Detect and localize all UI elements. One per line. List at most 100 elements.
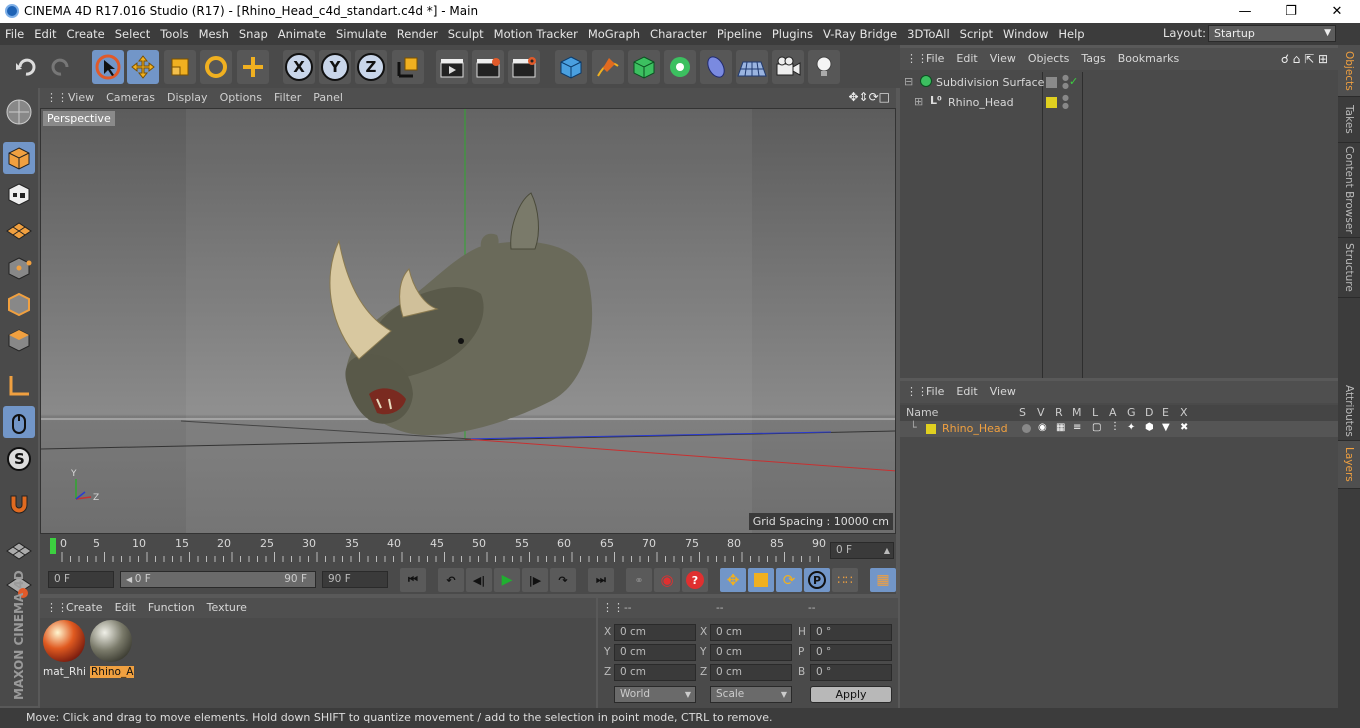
menu-pipeline[interactable]: Pipeline [712,23,767,45]
lock-icon[interactable]: ▢ [1092,422,1101,433]
tab-content-browser[interactable]: Content Browser [1338,143,1360,238]
viewport-perspective[interactable]: Y Z Perspective Grid Spacing : 10000 cm [40,108,896,534]
menu-select[interactable]: Select [110,23,155,45]
column-locked[interactable]: L [1092,406,1098,419]
menu-create[interactable]: Create [62,23,110,45]
viewport-menu-panel[interactable]: Panel [307,88,349,108]
frame-range-slider[interactable]: ◀ 0 F 90 F [120,571,316,588]
menu-sculpt[interactable]: Sculpt [443,23,489,45]
edges-mode-button[interactable] [3,288,35,320]
material-menu-function[interactable]: Function [142,598,201,618]
workplane-lock-button[interactable] [3,534,35,566]
key-parameter-button[interactable]: P [804,568,830,592]
column-generators[interactable]: G [1127,406,1136,419]
viewport-menu-filter[interactable]: Filter [268,88,307,108]
column-render[interactable]: R [1055,406,1063,419]
size-x-field[interactable]: 0 cm [710,624,792,641]
move-tool-button[interactable] [127,50,159,84]
rotate-tool-button[interactable] [200,50,232,84]
close-button[interactable]: ✕ [1314,0,1360,23]
goto-end-button[interactable]: ⏭ [588,568,614,592]
collapse-icon[interactable]: ⊟ [904,75,913,88]
menu-simulate[interactable]: Simulate [331,23,392,45]
floor-button[interactable] [736,50,768,84]
subdivision-surface-button[interactable] [628,50,660,84]
rotation-h-field[interactable]: 0 ° [810,624,892,641]
eye-icon[interactable]: ◉ [1038,422,1047,433]
scale-tool-button[interactable] [164,50,196,84]
workplane-mode-button[interactable] [3,214,35,246]
tab-layers[interactable]: Layers [1338,441,1360,489]
record-keys-button[interactable]: ⚭ [626,568,652,592]
layout-select[interactable]: Startup ▼ [1208,25,1336,42]
menu-render[interactable]: Render [392,23,443,45]
column-name[interactable]: Name [906,406,938,419]
menu-vray-bridge[interactable]: V-Ray Bridge [818,23,902,45]
column-animation[interactable]: A [1109,406,1117,419]
points-mode-button[interactable] [3,252,35,284]
model-mode-button[interactable] [3,142,35,174]
rotation-p-field[interactable]: 0 ° [810,644,892,661]
position-x-field[interactable]: 0 cm [614,624,696,641]
deformer-button[interactable] [700,50,732,84]
menu-edit[interactable]: Edit [29,23,61,45]
viewport-menu-display[interactable]: Display [161,88,214,108]
polygons-mode-button[interactable] [3,324,35,356]
snapping-button[interactable]: S [3,443,35,475]
visibility-dots-icon[interactable]: ● ● [1062,74,1069,90]
material-menu-edit[interactable]: Edit [109,598,142,618]
objects-menu-file[interactable]: File [920,48,950,70]
column-expressions[interactable]: E [1162,406,1169,419]
menu-snap[interactable]: Snap [234,23,273,45]
key-rotation-button[interactable]: ⟳ [776,568,802,592]
z-axis-button[interactable]: Z [355,50,387,84]
viewport-navigation-icons[interactable]: ✥⇕⟳□ [848,90,890,104]
material-item-selected[interactable]: Rhino_A [90,620,134,680]
deformer-icon[interactable]: ⬢ [1145,422,1154,433]
solo-toggle-icon[interactable] [1022,424,1031,433]
tab-takes[interactable]: Takes [1338,97,1360,143]
position-y-field[interactable]: 0 cm [614,644,696,661]
column-manager[interactable]: M [1072,406,1082,419]
key-position-button[interactable]: ✥ [720,568,746,592]
redo-button[interactable] [45,50,77,84]
layer-color-swatch[interactable] [926,424,936,434]
position-z-field[interactable]: 0 cm [614,664,696,681]
live-selection-button[interactable] [92,50,124,84]
objects-menu-tags[interactable]: Tags [1075,48,1111,70]
play-button[interactable]: ▶ [494,568,520,592]
timeline[interactable]: 0 5 10 15 20 25 30 35 40 45 50 55 60 65 … [40,534,896,566]
tab-attributes[interactable]: Attributes [1338,381,1360,441]
tweak-mode-button[interactable] [3,406,35,438]
size-y-field[interactable]: 0 cm [710,644,792,661]
material-item[interactable]: mat_Rhi [43,620,87,680]
layers-menu-view[interactable]: View [984,381,1022,403]
menu-help[interactable]: Help [1053,23,1089,45]
timeline-window-button[interactable]: ▦ [870,568,896,592]
xref-icon[interactable]: ✖ [1180,422,1188,433]
objects-menu-bookmarks[interactable]: Bookmarks [1112,48,1185,70]
goto-start-button[interactable]: ⏮ [400,568,426,592]
size-z-field[interactable]: 0 cm [710,664,792,681]
object-row[interactable]: ⊟ Subdivision Surface ● ● ✓ [900,74,1338,92]
objects-menu-edit[interactable]: Edit [950,48,983,70]
viewport-menu-view[interactable]: View [62,88,100,108]
menu-mesh[interactable]: Mesh [194,23,234,45]
texture-mode-button[interactable] [3,178,35,210]
end-frame-field[interactable]: 90 F [322,571,388,588]
material-menu-texture[interactable]: Texture [201,598,253,618]
maximize-button[interactable]: ❐ [1268,0,1314,23]
cube-object-button[interactable] [555,50,587,84]
minimize-button[interactable]: — [1222,0,1268,23]
undo-button[interactable] [10,50,42,84]
column-solo[interactable]: S [1019,406,1026,419]
layer-color-swatch[interactable] [1046,97,1057,108]
render-picture-viewer-button[interactable] [472,50,504,84]
keyframe-selection-button[interactable]: ? [682,568,708,592]
current-frame-field[interactable]: 0 F ▲ [830,542,894,559]
prev-keyframe-button[interactable]: ↶ [438,568,464,592]
menu-motion-tracker[interactable]: Motion Tracker [489,23,583,45]
visibility-dots-icon[interactable]: ● ● [1062,94,1069,110]
column-xref[interactable]: X [1180,406,1188,419]
column-view[interactable]: V [1037,406,1045,419]
